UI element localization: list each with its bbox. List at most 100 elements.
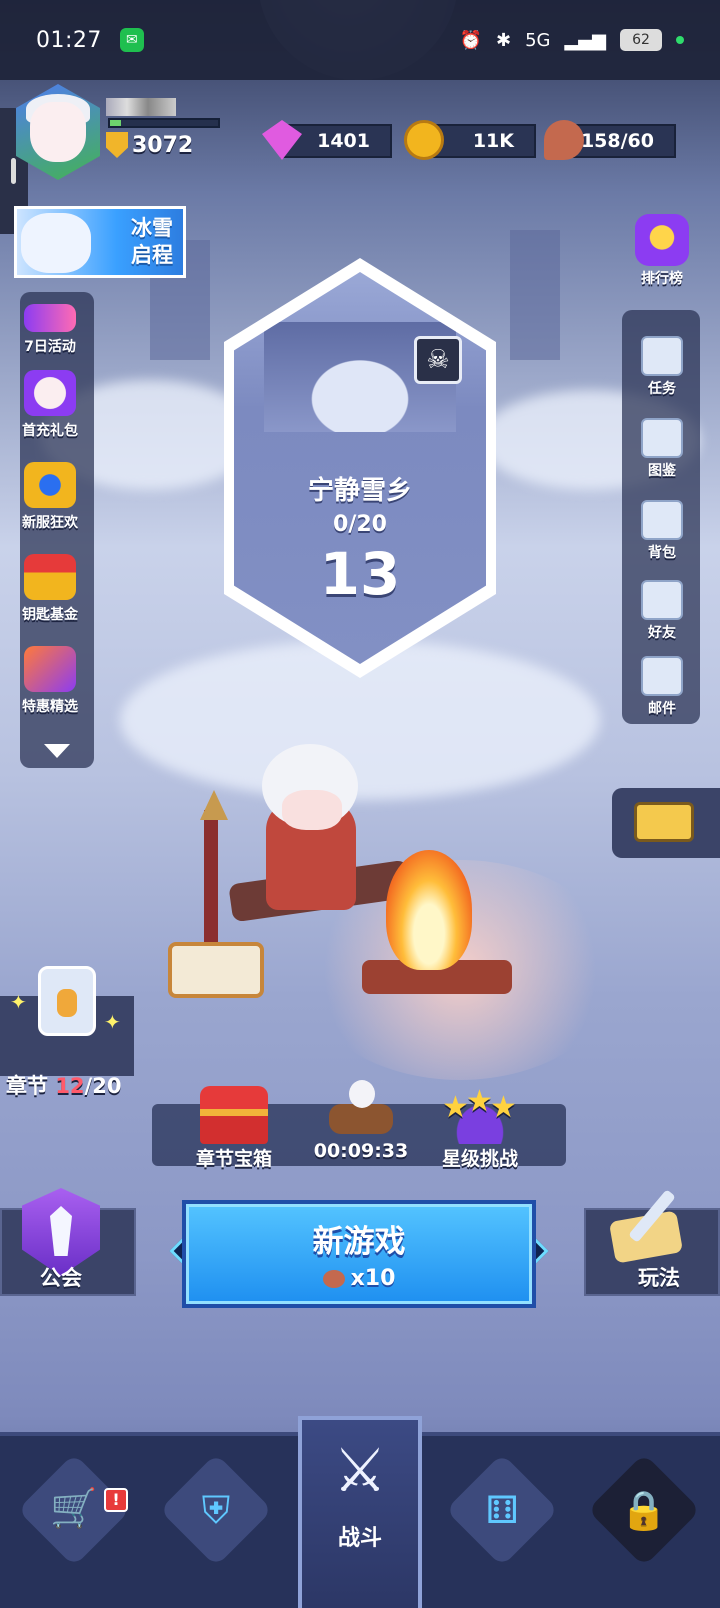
gold-coin-icon <box>404 120 444 160</box>
nav-battle-label: 战斗 <box>337 1526 382 1551</box>
left-menu-item-new-server[interactable]: 新服狂欢 <box>0 462 100 532</box>
star-challenge-label: 星级挑战 <box>441 1148 518 1170</box>
left-menu-item-first-recharge[interactable]: 首充礼包 <box>0 370 100 440</box>
hammer-head-icon <box>168 942 264 998</box>
stage-name: 宁静雪乡 <box>307 476 412 506</box>
right-menu-label: 邮件 <box>648 701 676 717</box>
pillar-decoration <box>510 230 560 360</box>
idle-reward-button[interactable]: 00:09:33 <box>306 1076 416 1162</box>
skull-icon: ☠ <box>414 336 462 384</box>
battery-icon: 62 <box>620 29 662 51</box>
right-menu-item-task[interactable]: 任务 <box>620 336 704 398</box>
task-icon <box>641 336 683 376</box>
campfire-flame-icon <box>386 850 472 970</box>
stage-progress: 0/20 <box>333 512 387 537</box>
chapter-progress: 章节 12/20 <box>6 1070 121 1100</box>
new-game-label: 新游戏 <box>312 1224 406 1260</box>
right-menu-item-friends[interactable]: 好友 <box>620 580 704 642</box>
left-menu-label: 首充礼包 <box>22 423 78 439</box>
event-character-image <box>21 213 91 273</box>
trophy-value: 3072 <box>132 132 194 158</box>
crossed-swords-icon: ⚔ <box>333 1436 387 1506</box>
left-menu-item-key-fund[interactable]: 钥匙基金 <box>0 554 100 624</box>
left-menu-label: 新服狂欢 <box>22 515 78 531</box>
backpack-icon <box>641 500 683 540</box>
first-recharge-icon <box>24 370 76 416</box>
chapter-total: /20 <box>84 1074 122 1098</box>
guild-label: 公会 <box>40 1266 82 1290</box>
dice-icon: ⚅ <box>485 1488 519 1532</box>
status-dot-icon <box>676 36 684 44</box>
hero-face <box>282 790 342 830</box>
alarm-icon: ⏰ <box>459 29 482 51</box>
chapter-select-button[interactable] <box>38 966 96 1036</box>
hammer-shaft <box>204 810 218 960</box>
idle-timer: 00:09:33 <box>313 1140 409 1162</box>
event-title-line2: 启程 <box>131 243 173 267</box>
special-offer-icon <box>24 646 76 692</box>
status-bar: 01:27 ✉ ⏰ ✱ 5G ▂▄▆ 62 <box>0 0 720 80</box>
gold-value: 11K <box>472 130 514 152</box>
hero-riding-bear-icon <box>325 1076 397 1134</box>
wechat-icon: ✉ <box>119 28 144 52</box>
trophy-icon <box>106 132 128 158</box>
chapter-label: 章节 <box>6 1074 48 1098</box>
key-fund-icon <box>24 554 76 600</box>
leaderboard-button[interactable]: 排行榜 <box>620 214 704 288</box>
new-game-cost: x10 <box>186 1266 532 1291</box>
right-menu-label: 图鉴 <box>648 463 676 479</box>
chat-bubble-icon <box>634 802 694 842</box>
left-menu-item-special-offer[interactable]: 特惠精选 <box>0 646 100 716</box>
player-avatar[interactable] <box>16 84 100 180</box>
hammer-tip <box>200 790 228 820</box>
mail-icon <box>641 656 683 696</box>
trophy-cup-icon <box>635 214 689 266</box>
event-title-line1: 冰雪 <box>131 216 173 240</box>
bluetooth-icon: ✱ <box>495 29 512 51</box>
trophy-count: 3072 <box>106 132 193 158</box>
chapter-icon <box>57 989 77 1017</box>
new-server-icon <box>24 462 76 508</box>
event-banner[interactable]: 冰雪 启程 <box>14 206 186 278</box>
sparkle-icon: ✦ <box>104 1010 121 1034</box>
lock-icon: 🔒 <box>620 1488 668 1532</box>
player-name-blurred <box>106 98 176 116</box>
new-game-button[interactable]: 新游戏 x10 <box>182 1200 536 1308</box>
right-menu-item-mail[interactable]: 邮件 <box>620 656 704 718</box>
right-menu-item-codex[interactable]: 图鉴 <box>620 418 704 480</box>
sparkle-icon: ✦ <box>10 990 27 1014</box>
left-menu-item-seven-day[interactable]: 7日活动 <box>0 304 100 356</box>
chapter-current: 12 <box>55 1074 85 1098</box>
meat-icon <box>544 120 584 160</box>
gameplay-label: 玩法 <box>638 1266 680 1290</box>
meat-icon <box>322 1270 345 1288</box>
sword-scroll-icon <box>606 1186 690 1264</box>
gem-value: 1401 <box>317 130 370 152</box>
leaderboard-label: 排行榜 <box>641 271 683 287</box>
network-label: 5G <box>525 29 551 51</box>
treasure-chest-icon <box>200 1086 268 1144</box>
right-menu-label: 背包 <box>648 545 676 561</box>
left-menu-label: 7日活动 <box>24 339 76 355</box>
stage-number: 13 <box>319 540 401 608</box>
chapter-chest-button[interactable]: 章节宝箱 <box>186 1086 282 1171</box>
nav-battle[interactable]: ⚔ 战斗 <box>298 1416 422 1608</box>
shop-notification-badge: ! <box>104 1488 128 1512</box>
left-menu-label: 钥匙基金 <box>22 607 78 623</box>
stamina-value: 158/60 <box>580 130 654 152</box>
codex-icon <box>641 418 683 458</box>
shopping-cart-icon: 🛒 <box>50 1486 98 1530</box>
chat-button[interactable] <box>612 788 720 858</box>
friends-icon <box>641 580 683 620</box>
seven-day-icon <box>24 304 76 332</box>
star-challenge-button[interactable]: ★ ★ ★ 星级挑战 <box>432 1084 528 1171</box>
right-menu-label: 好友 <box>648 625 676 641</box>
stars-icon: ★ ★ ★ <box>440 1084 520 1144</box>
armor-icon: ⛨ <box>201 1488 231 1532</box>
right-menu-label: 任务 <box>648 381 676 397</box>
status-time: 01:27 <box>36 27 102 53</box>
gem-counter[interactable]: 1401 <box>280 124 392 158</box>
right-menu-item-backpack[interactable]: 背包 <box>620 500 704 562</box>
chapter-chest-label: 章节宝箱 <box>195 1148 272 1170</box>
left-menu-label: 特惠精选 <box>22 699 78 715</box>
